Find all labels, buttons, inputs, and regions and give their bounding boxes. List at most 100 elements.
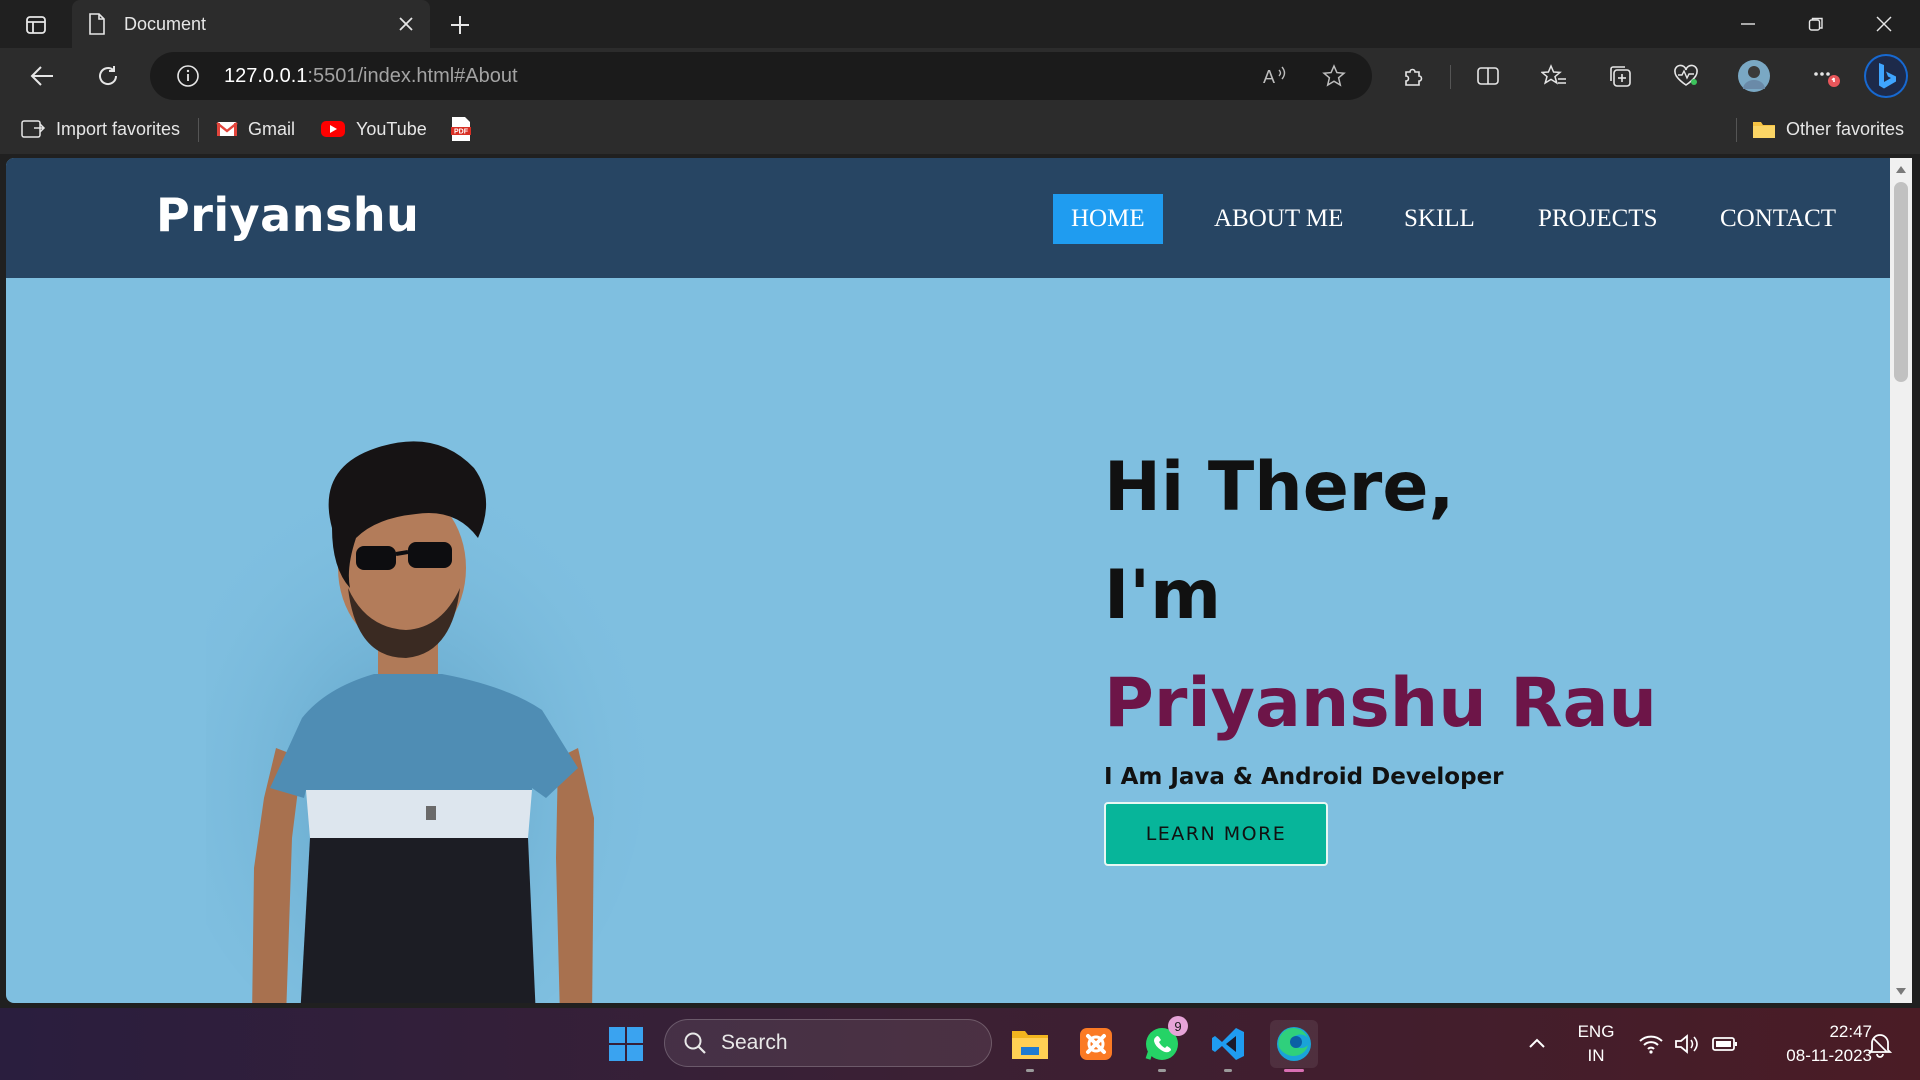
nav-about-me[interactable]: ABOUT ME bbox=[1196, 194, 1361, 244]
running-indicator bbox=[1158, 1069, 1166, 1072]
tab-title: Document bbox=[124, 13, 207, 34]
svg-text:A: A bbox=[1263, 67, 1275, 87]
gmail-link[interactable]: Gmail bbox=[216, 116, 295, 142]
folder-icon bbox=[1753, 122, 1775, 138]
chevron-up-icon[interactable] bbox=[1528, 1036, 1546, 1050]
refresh-button[interactable] bbox=[88, 58, 128, 94]
clock-date[interactable]: 08-11-2023 bbox=[1754, 1046, 1872, 1066]
avatar bbox=[1738, 60, 1770, 92]
gmail-label: Gmail bbox=[248, 118, 296, 139]
back-button[interactable] bbox=[22, 58, 62, 94]
page-scrollbar[interactable] bbox=[1890, 158, 1912, 1003]
battery-icon[interactable] bbox=[1712, 1036, 1738, 1052]
site-logo[interactable]: Priyanshu bbox=[156, 188, 419, 242]
tab-strip: Document bbox=[0, 0, 1920, 48]
plus-icon bbox=[451, 16, 469, 34]
pdf-icon: PDF bbox=[451, 117, 471, 141]
close-icon bbox=[1876, 16, 1892, 32]
collections-icon bbox=[1610, 66, 1631, 87]
running-indicator bbox=[1026, 1069, 1034, 1072]
import-favorites-link[interactable]: Import favorites bbox=[20, 116, 180, 142]
search-icon bbox=[684, 1032, 706, 1054]
taskbar-search-label: Search bbox=[721, 1031, 788, 1054]
start-button[interactable] bbox=[602, 1020, 650, 1068]
url-host: 127.0.0.1 bbox=[224, 65, 308, 87]
other-favorites-folder[interactable]: Other favorites bbox=[1752, 116, 1904, 142]
tab-actions-button[interactable] bbox=[14, 10, 58, 40]
refresh-icon bbox=[99, 66, 118, 85]
document-icon bbox=[89, 13, 105, 35]
close-tab-icon[interactable] bbox=[396, 14, 416, 34]
whatsapp-button[interactable]: 9 bbox=[1138, 1016, 1188, 1072]
youtube-label: YouTube bbox=[356, 118, 427, 139]
profile-button[interactable] bbox=[1734, 58, 1774, 94]
language-indicator[interactable]: ENG bbox=[1576, 1022, 1616, 1042]
nav-home[interactable]: HOME bbox=[1053, 194, 1163, 244]
split-screen-button[interactable] bbox=[1468, 58, 1508, 94]
browser-tab[interactable]: Document bbox=[72, 0, 430, 48]
hero-role: I Am Java & Android Developer bbox=[1104, 764, 1504, 790]
extensions-button[interactable] bbox=[1394, 58, 1434, 94]
site-header: Priyanshu HOME ABOUT ME SKILL PROJECTS C… bbox=[6, 158, 1890, 278]
file-explorer-button[interactable] bbox=[1006, 1020, 1054, 1072]
wifi-icon[interactable] bbox=[1638, 1034, 1664, 1054]
add-favorite-star-icon[interactable] bbox=[1322, 64, 1346, 88]
close-window-button[interactable] bbox=[1850, 0, 1918, 48]
url-path: :5501/index.html#About bbox=[307, 65, 518, 87]
notification-badge: 9 bbox=[1168, 1016, 1188, 1036]
restore-button[interactable] bbox=[1782, 0, 1850, 48]
new-tab-button[interactable] bbox=[444, 10, 476, 40]
edge-icon bbox=[1277, 1027, 1311, 1061]
learn-more-button[interactable]: LEARN MORE bbox=[1104, 802, 1328, 866]
scrollbar-thumb[interactable] bbox=[1894, 182, 1908, 382]
notification-bell-icon[interactable] bbox=[1868, 1032, 1892, 1058]
minimize-icon bbox=[1741, 23, 1755, 25]
puzzle-icon bbox=[1405, 68, 1423, 86]
xampp-icon bbox=[1080, 1028, 1112, 1060]
vscode-icon bbox=[1212, 1028, 1244, 1060]
volume-icon[interactable] bbox=[1674, 1034, 1700, 1054]
youtube-link[interactable]: YouTube bbox=[320, 116, 427, 142]
region-indicator[interactable]: IN bbox=[1576, 1046, 1616, 1066]
favorites-bar: Import favorites Gmail YouTube PDF Other… bbox=[0, 104, 1920, 154]
browser-essentials-button[interactable] bbox=[1666, 58, 1706, 94]
restore-icon bbox=[1808, 17, 1823, 31]
address-bar[interactable]: 127.0.0.1:5501/index.html#About A bbox=[150, 52, 1372, 100]
copilot-button[interactable] bbox=[1862, 52, 1910, 100]
nav-skill[interactable]: SKILL bbox=[1386, 194, 1493, 244]
favorites-divider-right bbox=[1736, 118, 1737, 142]
other-favorites-label: Other favorites bbox=[1786, 118, 1905, 139]
hero-name: Priyanshu Rau bbox=[1104, 664, 1657, 743]
scroll-up-icon[interactable] bbox=[1895, 164, 1907, 176]
more-icon bbox=[1814, 72, 1840, 87]
edge-button[interactable] bbox=[1270, 1020, 1318, 1072]
heart-pulse-icon bbox=[1674, 64, 1698, 86]
split-screen-icon bbox=[1477, 67, 1499, 85]
favorites-button[interactable] bbox=[1534, 58, 1574, 94]
windows-start-icon bbox=[609, 1027, 643, 1061]
site-info-icon[interactable] bbox=[176, 64, 200, 88]
url-text: 127.0.0.1:5501/index.html#About bbox=[224, 65, 518, 88]
settings-more-button[interactable] bbox=[1806, 58, 1846, 94]
xampp-button[interactable] bbox=[1072, 1020, 1120, 1068]
back-arrow-icon bbox=[30, 66, 53, 86]
pdf-icon-text: PDF bbox=[454, 129, 469, 136]
running-indicator bbox=[1224, 1069, 1232, 1072]
folder-icon bbox=[1012, 1031, 1048, 1059]
tab-actions-icon bbox=[26, 16, 46, 34]
clock-time[interactable]: 22:47 bbox=[1754, 1022, 1872, 1042]
nav-projects[interactable]: PROJECTS bbox=[1520, 194, 1675, 244]
taskbar-search[interactable]: Search bbox=[664, 1019, 992, 1067]
pdf-favorite-link[interactable]: PDF bbox=[450, 116, 482, 142]
minimize-button[interactable] bbox=[1714, 0, 1782, 48]
hero-profile-photo bbox=[206, 441, 646, 1003]
scroll-down-icon[interactable] bbox=[1895, 985, 1907, 997]
import-favorites-label: Import favorites bbox=[56, 118, 181, 139]
running-indicator bbox=[1284, 1069, 1304, 1072]
nav-contact[interactable]: CONTACT bbox=[1702, 194, 1854, 244]
read-aloud-icon[interactable]: A bbox=[1262, 64, 1288, 88]
vscode-button[interactable] bbox=[1204, 1020, 1252, 1072]
hero-greeting: Hi There, bbox=[1104, 448, 1455, 527]
toolbar-divider bbox=[1450, 65, 1451, 89]
collections-button[interactable] bbox=[1600, 58, 1640, 94]
